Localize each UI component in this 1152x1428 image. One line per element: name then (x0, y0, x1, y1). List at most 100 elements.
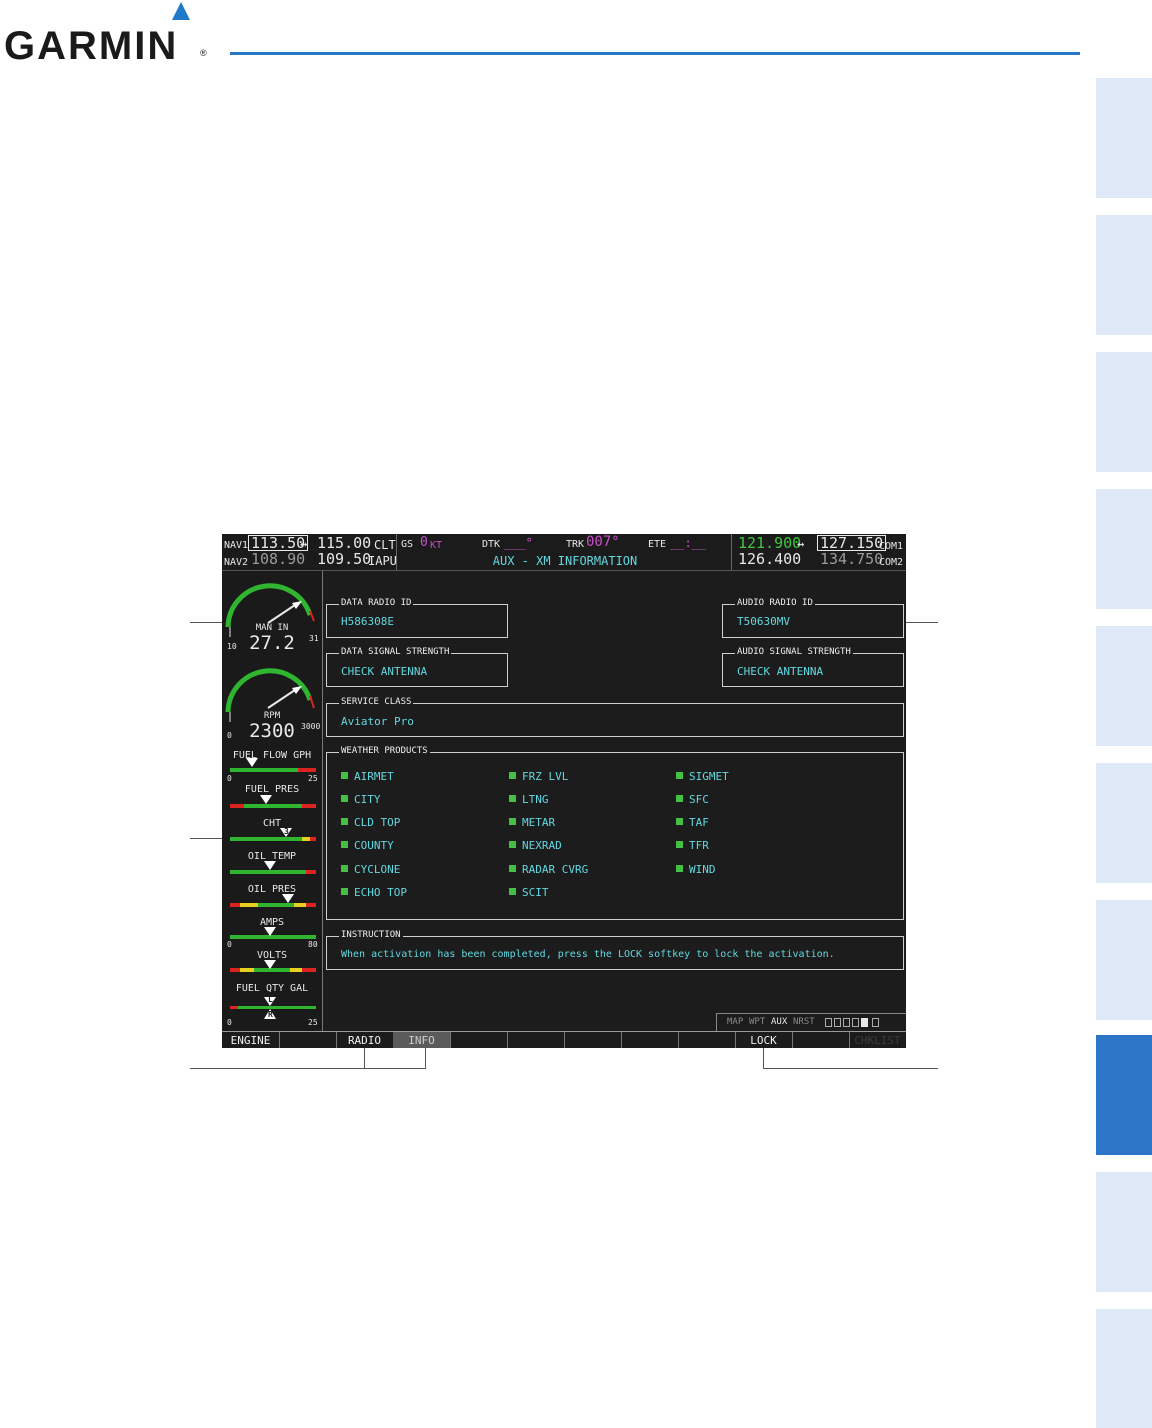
page-box-icon (852, 1018, 859, 1027)
page-box-icon (825, 1018, 832, 1027)
softkey-blank[interactable] (678, 1032, 736, 1048)
softkey-engine[interactable]: ENGINE (222, 1032, 280, 1048)
fuel-pres-label: FUEL PRES (244, 784, 300, 795)
nav2-id: IAPU (368, 554, 397, 568)
nav1-label: NAV1 (224, 540, 249, 551)
enabled-indicator-icon (676, 818, 683, 825)
gs-label: GS (401, 539, 414, 550)
softkey-blank[interactable] (564, 1032, 622, 1048)
enabled-indicator-icon (341, 795, 348, 802)
softkey-blank[interactable] (279, 1032, 337, 1048)
cht-marker: 3 (284, 827, 289, 836)
callout-tick-lock (763, 1048, 764, 1068)
oil-pres-yellow-low (240, 903, 258, 907)
rpm-max: 3000 (301, 722, 321, 731)
wx-item: ECHO TOP (341, 886, 407, 899)
com2-standby-freq[interactable]: 134.750 (820, 552, 883, 567)
dtk-value: ___° (504, 536, 533, 550)
com-swap-icon[interactable]: ↔ (797, 537, 804, 551)
nav1-standby-freq[interactable]: 115.00 (317, 536, 371, 551)
softkey-checklist[interactable]: CHKLIST (849, 1032, 906, 1048)
side-tab-10[interactable] (1096, 1309, 1152, 1428)
side-tab-6[interactable] (1096, 763, 1152, 883)
registered-mark: ® (200, 48, 207, 58)
gs-unit: KT (430, 540, 443, 551)
fuel-qty-left-marker: L (268, 995, 273, 1004)
page-group-map: MAP (727, 1017, 744, 1027)
engine-indication-strip: MAN IN 27.2 10 31 RPM 2300 0 3000 FUEL F… (222, 571, 323, 1031)
rpm-min: 0 (227, 731, 232, 740)
side-tab-5[interactable] (1096, 626, 1152, 746)
com1-active-freq[interactable]: 121.900 (738, 536, 801, 551)
service-class-title: SERVICE CLASS (339, 697, 414, 708)
cht-red-range (310, 837, 316, 841)
fuel-pres-red-low (230, 804, 244, 808)
fuel-qty-min: 0 (227, 1018, 232, 1027)
side-tab-4[interactable] (1096, 489, 1152, 609)
data-radio-id-box: DATA RADIO ID H586308E (326, 598, 508, 638)
enabled-indicator-icon (509, 772, 516, 779)
nav2-standby-freq[interactable]: 109.50 (317, 552, 371, 567)
fuel-qty-right-marker: R (268, 1010, 273, 1019)
side-tab-8-active[interactable] (1096, 1035, 1152, 1155)
page-group-aux-active: AUX (771, 1017, 788, 1027)
nav2-active-freq[interactable]: 108.90 (251, 552, 305, 567)
page-box-icon (834, 1018, 841, 1027)
man-in-min: 10 (227, 642, 237, 651)
softkey-lock[interactable]: LOCK (735, 1032, 793, 1048)
wx-item: TAF (676, 816, 709, 829)
softkey-blank[interactable] (792, 1032, 850, 1048)
enabled-indicator-icon (676, 841, 683, 848)
oil-pres-red-high (306, 903, 316, 907)
garmin-logo: GARMIN (4, 24, 179, 68)
com1-standby-freq[interactable]: 127.150 (817, 535, 887, 551)
wx-item: FRZ LVL (509, 770, 568, 783)
wx-item: TFR (676, 839, 709, 852)
wx-item: SIGMET (676, 770, 729, 783)
side-tab-7[interactable] (1096, 900, 1152, 1020)
fuel-qty-red-range (230, 1006, 238, 1009)
audio-signal-value: CHECK ANTENNA (737, 665, 824, 678)
softkey-bar: ENGINE RADIO INFO LOCK CHKLIST (222, 1031, 906, 1048)
callout-line-radio-info (190, 1068, 426, 1069)
wx-item: SFC (676, 793, 709, 806)
softkey-blank[interactable] (507, 1032, 565, 1048)
fuel-pres-pointer (260, 795, 272, 804)
wx-item: RADAR CVRG (509, 863, 588, 876)
audio-signal-box: AUDIO SIGNAL STRENGTH CHECK ANTENNA (722, 647, 904, 687)
enabled-indicator-icon (509, 818, 516, 825)
man-in-value: 27.2 (249, 632, 295, 654)
data-radio-id-value: H586308E (341, 615, 394, 628)
amps-pointer (264, 927, 276, 936)
oil-pres-yellow-high (294, 903, 306, 907)
ete-label: ETE (648, 539, 667, 550)
side-tab-2[interactable] (1096, 215, 1152, 335)
man-in-max: 31 (309, 634, 319, 643)
softkey-radio[interactable]: RADIO (336, 1032, 394, 1048)
side-tab-1[interactable] (1096, 78, 1152, 198)
fuel-pres-red-high (302, 804, 316, 808)
softkey-blank[interactable] (621, 1032, 679, 1048)
wx-item: AIRMET (341, 770, 394, 783)
wx-item: WIND (676, 863, 716, 876)
nav-swap-icon[interactable]: ↔ (300, 537, 307, 551)
mfd-display: NAV1 113.50 ↔ 115.00 CLT NAV2 108.90 109… (222, 534, 906, 1048)
cht-yellow-range (302, 837, 310, 841)
volts-yellow-high (290, 968, 302, 972)
com2-active-freq[interactable]: 126.400 (738, 552, 801, 567)
service-class-value: Aviator Pro (341, 715, 414, 728)
callout-line-lock (763, 1068, 938, 1069)
instruction-box: INSTRUCTION When activation has been com… (326, 930, 904, 970)
softkey-info[interactable]: INFO (393, 1032, 451, 1048)
side-tab-3[interactable] (1096, 352, 1152, 472)
page-group-indicator: MAP WPT AUX NRST (716, 1013, 906, 1031)
volts-red-high (302, 968, 316, 972)
wx-item: NEXRAD (509, 839, 562, 852)
audio-signal-title: AUDIO SIGNAL STRENGTH (735, 647, 853, 658)
data-signal-title: DATA SIGNAL STRENGTH (339, 647, 452, 658)
softkey-blank[interactable] (450, 1032, 508, 1048)
enabled-indicator-icon (509, 841, 516, 848)
side-tab-9[interactable] (1096, 1172, 1152, 1292)
wx-item: CITY (341, 793, 381, 806)
oil-pres-red-low (230, 903, 240, 907)
